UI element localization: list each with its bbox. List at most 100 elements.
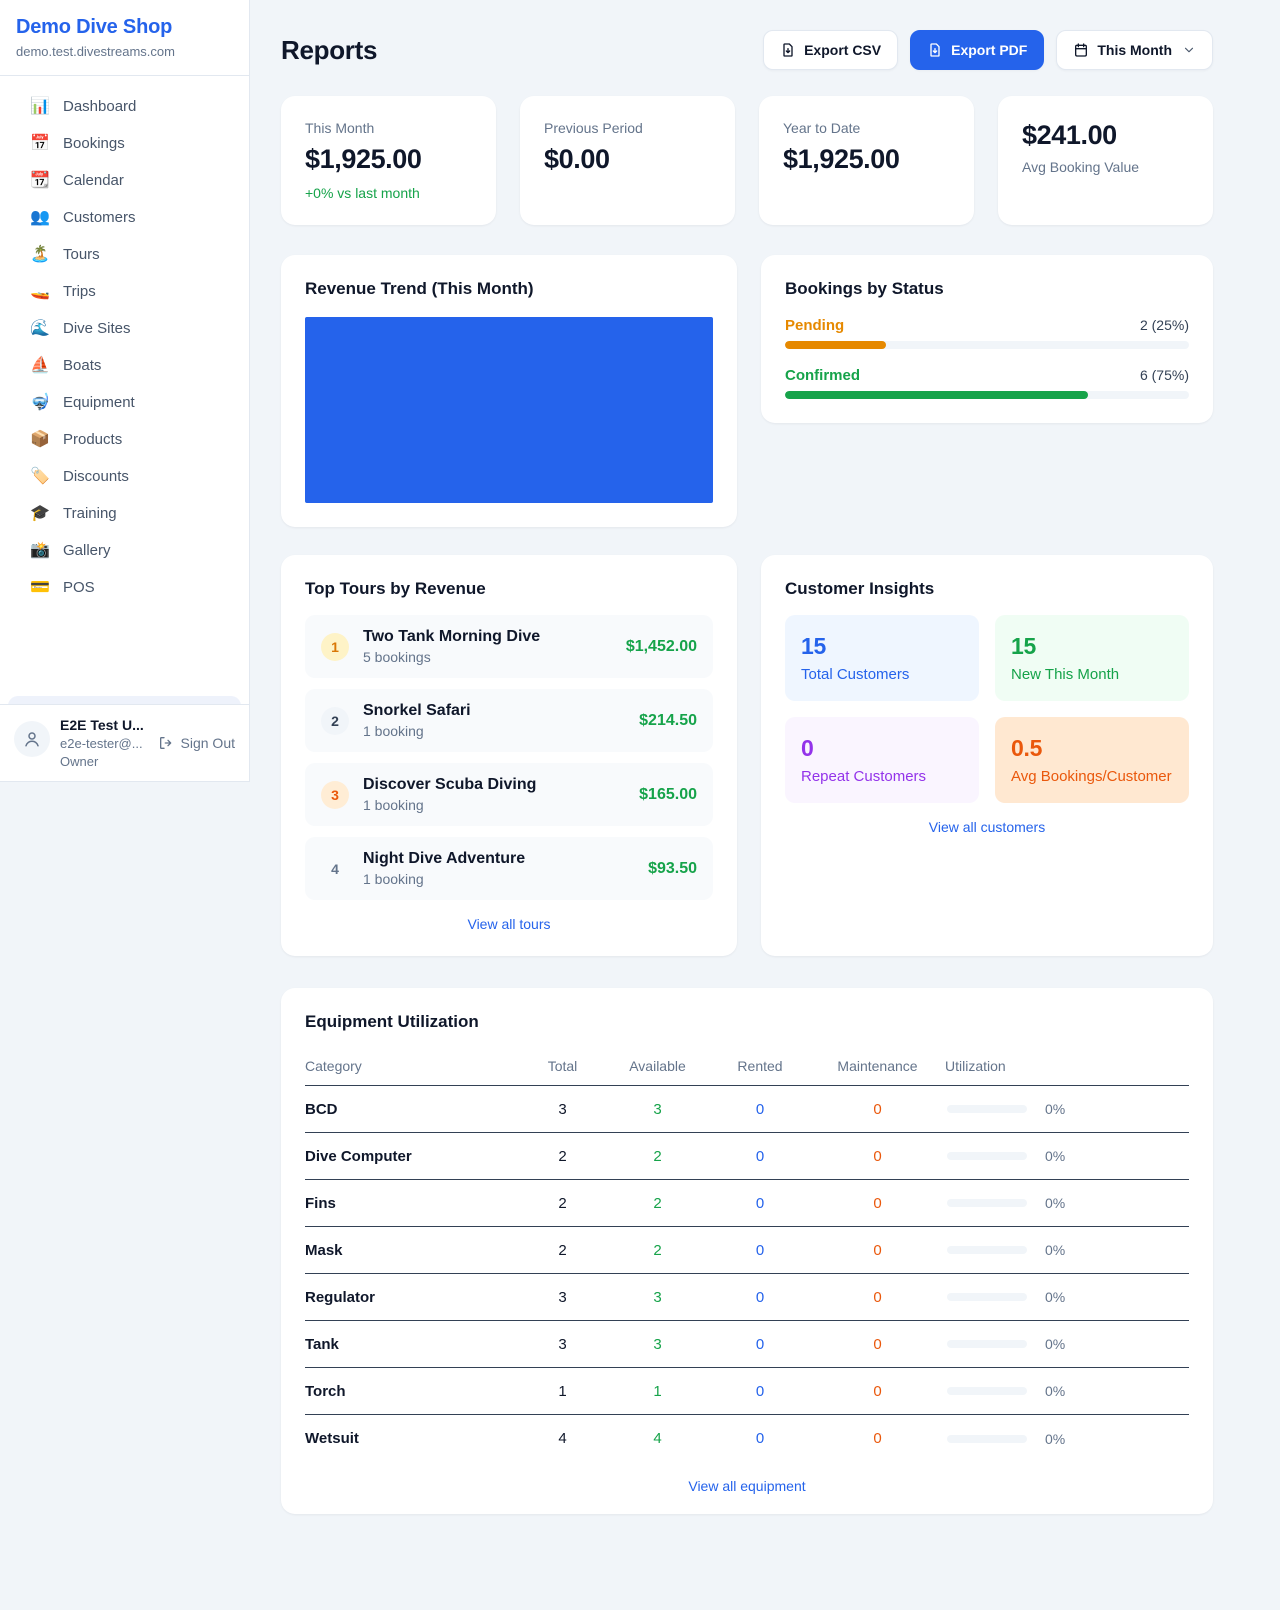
cell-available: 3 [605, 1101, 710, 1118]
cell-rented: 0 [710, 1195, 810, 1212]
calendar-icon [1073, 42, 1089, 58]
export-csv-button[interactable]: Export CSV [763, 30, 898, 70]
tour-row: 4 Night Dive Adventure 1 booking $93.50 [305, 837, 713, 900]
table-row: BCD 3 3 0 0 0% [305, 1086, 1189, 1133]
tour-row: 3 Discover Scuba Diving 1 booking $165.0… [305, 763, 713, 826]
utilization-percent: 0% [1045, 1336, 1065, 1352]
cell-total: 2 [520, 1242, 605, 1259]
sidebar-item-trips[interactable]: 🚤 Trips [8, 273, 241, 310]
progress-fill [785, 391, 1088, 399]
sidebar-item-products[interactable]: 📦 Products [8, 421, 241, 458]
period-label: This Month [1097, 42, 1172, 58]
tour-bookings: 1 booking [363, 797, 625, 813]
sidebar-item-dive-sites[interactable]: 🌊 Dive Sites [8, 310, 241, 347]
revenue-trend-card: Revenue Trend (This Month) [281, 255, 737, 527]
sidebar-item-bookings[interactable]: 📅 Bookings [8, 125, 241, 162]
col-available: Available [605, 1058, 710, 1074]
logout-icon [158, 735, 174, 751]
utilization-bar [947, 1435, 1027, 1443]
table-row: Regulator 3 3 0 0 0% [305, 1274, 1189, 1321]
tile-label: Total Customers [801, 666, 963, 683]
sign-out-label: Sign Out [181, 735, 235, 751]
dashboard-icon: 📊 [30, 99, 50, 115]
stat-card-this-month: This Month $1,925.00 +0% vs last month [281, 96, 496, 225]
equipment-table: Category Total Available Rented Maintena… [305, 1046, 1189, 1462]
sidebar-item-pos[interactable]: 💳 POS [8, 569, 241, 606]
export-pdf-label: Export PDF [951, 42, 1027, 58]
col-maintenance: Maintenance [810, 1058, 945, 1074]
equipment-utilization-title: Equipment Utilization [305, 1012, 1189, 1032]
period-select[interactable]: This Month [1056, 30, 1213, 70]
table-row: Dive Computer 2 2 0 0 0% [305, 1133, 1189, 1180]
cell-rented: 0 [710, 1148, 810, 1165]
sidebar-item-dashboard[interactable]: 📊 Dashboard [8, 88, 241, 125]
speedboat-icon: 🚤 [30, 284, 50, 300]
col-total: Total [520, 1058, 605, 1074]
sidebar-item-label: Bookings [63, 135, 125, 152]
cell-utilization: 0% [945, 1195, 1189, 1211]
progress-track [785, 341, 1189, 349]
revenue-trend-title: Revenue Trend (This Month) [305, 279, 713, 299]
stat-label: Avg Booking Value [1022, 159, 1189, 175]
cell-category: Torch [305, 1383, 520, 1400]
calendar-icon: 📆 [30, 173, 50, 189]
tile-new-this-month: 15 New This Month [995, 615, 1189, 701]
sidebar-item-tours[interactable]: 🏝️ Tours [8, 236, 241, 273]
sidebar-item-training[interactable]: 🎓 Training [8, 495, 241, 532]
stat-label: Previous Period [544, 120, 711, 136]
equipment-utilization-card: Equipment Utilization Category Total Ava… [281, 988, 1213, 1514]
cell-maintenance: 0 [810, 1289, 945, 1306]
utilization-percent: 0% [1045, 1195, 1065, 1211]
sidebar-item-label: POS [63, 579, 95, 596]
table-row: Fins 2 2 0 0 0% [305, 1180, 1189, 1227]
stat-delta: +0% vs last month [305, 185, 472, 201]
credit-card-icon: 💳 [30, 580, 50, 596]
dive-mask-icon: 🤿 [30, 395, 50, 411]
cell-rented: 0 [710, 1383, 810, 1400]
customer-insights-card: Customer Insights 15 Total Customers 15 … [761, 555, 1213, 956]
utilization-bar [947, 1152, 1027, 1160]
tour-revenue: $214.50 [639, 712, 697, 730]
file-download-icon [927, 42, 943, 58]
sidebar-item-customers[interactable]: 👥 Customers [8, 199, 241, 236]
customer-insights-title: Customer Insights [785, 579, 1189, 599]
sign-out-button[interactable]: Sign Out [158, 735, 235, 751]
tile-repeat-customers: 0 Repeat Customers [785, 717, 979, 803]
cell-utilization: 0% [945, 1148, 1189, 1164]
view-all-customers-link[interactable]: View all customers [785, 819, 1189, 835]
status-value: 2 (25%) [1140, 317, 1189, 333]
cell-category: Dive Computer [305, 1148, 520, 1165]
cell-category: Tank [305, 1336, 520, 1353]
header-actions: Export CSV Export PDF This Month [763, 30, 1213, 70]
charts-row: Revenue Trend (This Month) Bookings by S… [281, 255, 1213, 527]
page-header: Reports Export CSV Export PDF [281, 30, 1213, 70]
utilization-percent: 0% [1045, 1101, 1065, 1117]
cell-maintenance: 0 [810, 1101, 945, 1118]
cell-total: 3 [520, 1289, 605, 1306]
cell-total: 2 [520, 1148, 605, 1165]
sidebar-item-calendar[interactable]: 📆 Calendar [8, 162, 241, 199]
view-all-tours-link[interactable]: View all tours [305, 916, 713, 932]
cell-category: BCD [305, 1101, 520, 1118]
status-value: 6 (75%) [1140, 367, 1189, 383]
sidebar-item-equipment[interactable]: 🤿 Equipment [8, 384, 241, 421]
col-category: Category [305, 1058, 520, 1074]
person-icon [23, 730, 41, 748]
sidebar-item-label: Equipment [63, 394, 135, 411]
tile-value: 15 [1011, 633, 1173, 660]
sidebar-item-boats[interactable]: ⛵ Boats [8, 347, 241, 384]
view-all-equipment-link[interactable]: View all equipment [305, 1478, 1189, 1494]
col-utilization: Utilization [945, 1058, 1189, 1074]
stat-value: $0.00 [544, 144, 711, 175]
export-csv-label: Export CSV [804, 42, 881, 58]
cell-rented: 0 [710, 1336, 810, 1353]
cell-available: 4 [605, 1430, 710, 1447]
rank-badge: 4 [321, 855, 349, 883]
sidebar-item-gallery[interactable]: 📸 Gallery [8, 532, 241, 569]
cell-available: 3 [605, 1336, 710, 1353]
sidebar-item-reports-active-partial[interactable] [8, 696, 241, 704]
export-pdf-button[interactable]: Export PDF [910, 30, 1044, 70]
status-row-confirmed: Confirmed 6 (75%) [785, 367, 1189, 399]
sidebar-item-discounts[interactable]: 🏷️ Discounts [8, 458, 241, 495]
bookings-by-status-title: Bookings by Status [785, 279, 1189, 299]
